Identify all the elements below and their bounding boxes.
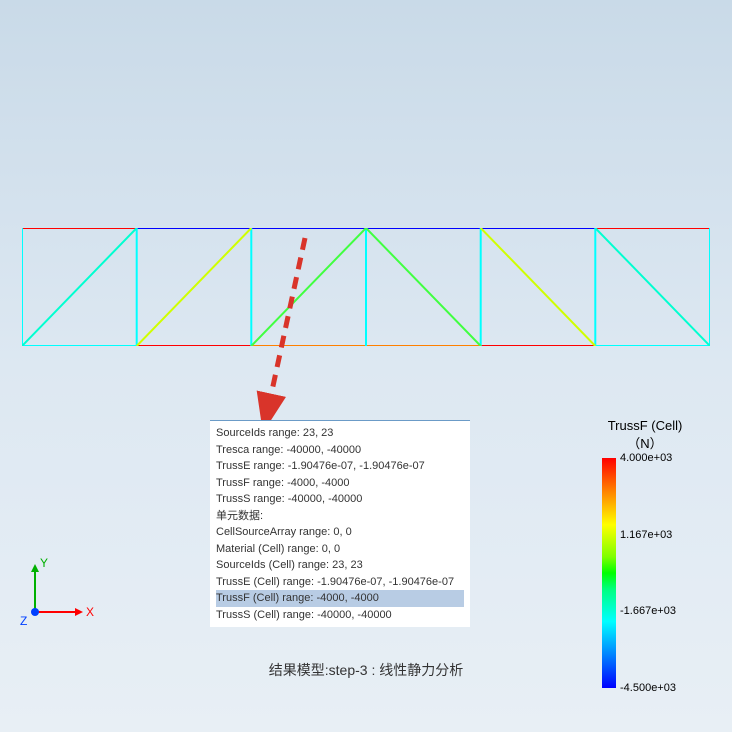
- legend-tick: -1.667e+03: [620, 605, 676, 617]
- info-line: TrussE (Cell) range: -1.90476e-07, -1.90…: [216, 574, 464, 591]
- data-info-panel: SourceIds range: 23, 23Tresca range: -40…: [210, 420, 470, 627]
- info-line: TrussF (Cell) range: -4000, -4000: [216, 590, 464, 607]
- info-line: SourceIds (Cell) range: 23, 23: [216, 557, 464, 574]
- legend-tick: -4.500e+03: [620, 682, 676, 694]
- axis-gizmo: X Y Z: [20, 557, 100, 627]
- colorbar-gradient: [602, 458, 616, 688]
- truss-diagram: [22, 228, 710, 346]
- svg-text:Z: Z: [20, 614, 27, 627]
- info-line: SourceIds range: 23, 23: [216, 425, 464, 442]
- info-line: TrussS (Cell) range: -40000, -40000: [216, 607, 464, 624]
- info-line: TrussE range: -1.90476e-07, -1.90476e-07: [216, 458, 464, 475]
- info-line: CellSourceArray range: 0, 0: [216, 524, 464, 541]
- color-legend: TrussF (Cell) （N） 4.000e+03 1.167e+03 -1.6…: [590, 418, 700, 708]
- info-line: Tresca range: -40000, -40000: [216, 442, 464, 459]
- legend-title-1: TrussF (Cell): [590, 418, 700, 433]
- legend-title-2: （N）: [590, 433, 700, 452]
- legend-tick: 4.000e+03: [620, 452, 672, 464]
- info-line: TrussS range: -40000, -40000: [216, 491, 464, 508]
- svg-text:X: X: [86, 605, 94, 619]
- info-line: Material (Cell) range: 0, 0: [216, 541, 464, 558]
- svg-text:Y: Y: [40, 557, 48, 570]
- info-line: 单元数据:: [216, 508, 464, 525]
- legend-tick: 1.167e+03: [620, 529, 672, 541]
- info-line: TrussF range: -4000, -4000: [216, 475, 464, 492]
